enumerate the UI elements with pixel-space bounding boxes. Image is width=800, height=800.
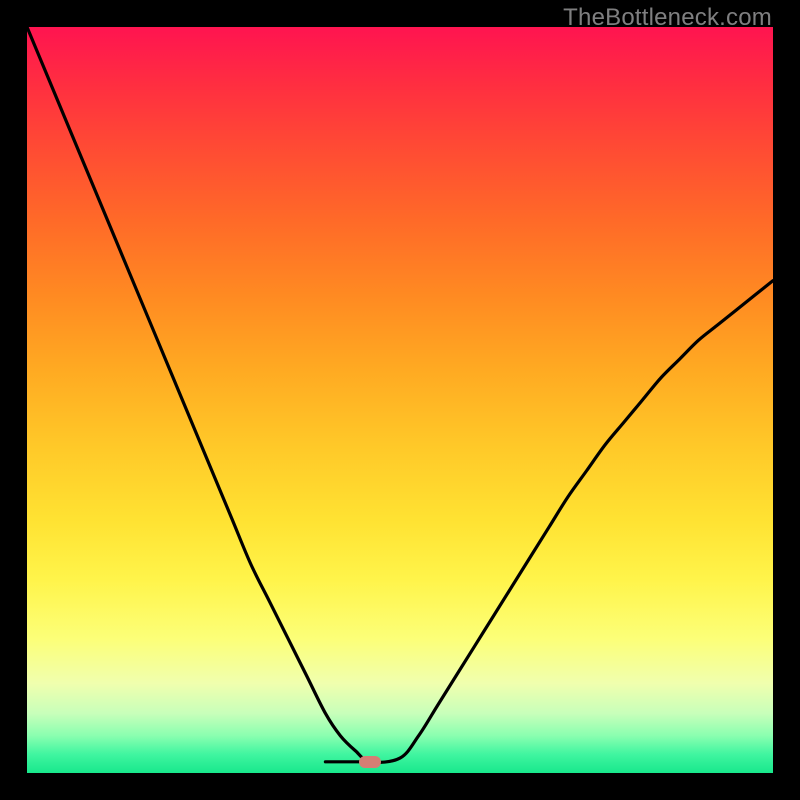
chart-frame: TheBottleneck.com bbox=[0, 0, 800, 800]
plot-area bbox=[27, 27, 773, 773]
bottleneck-curve bbox=[27, 27, 773, 773]
optimum-marker bbox=[359, 756, 381, 768]
watermark-text: TheBottleneck.com bbox=[563, 4, 772, 32]
